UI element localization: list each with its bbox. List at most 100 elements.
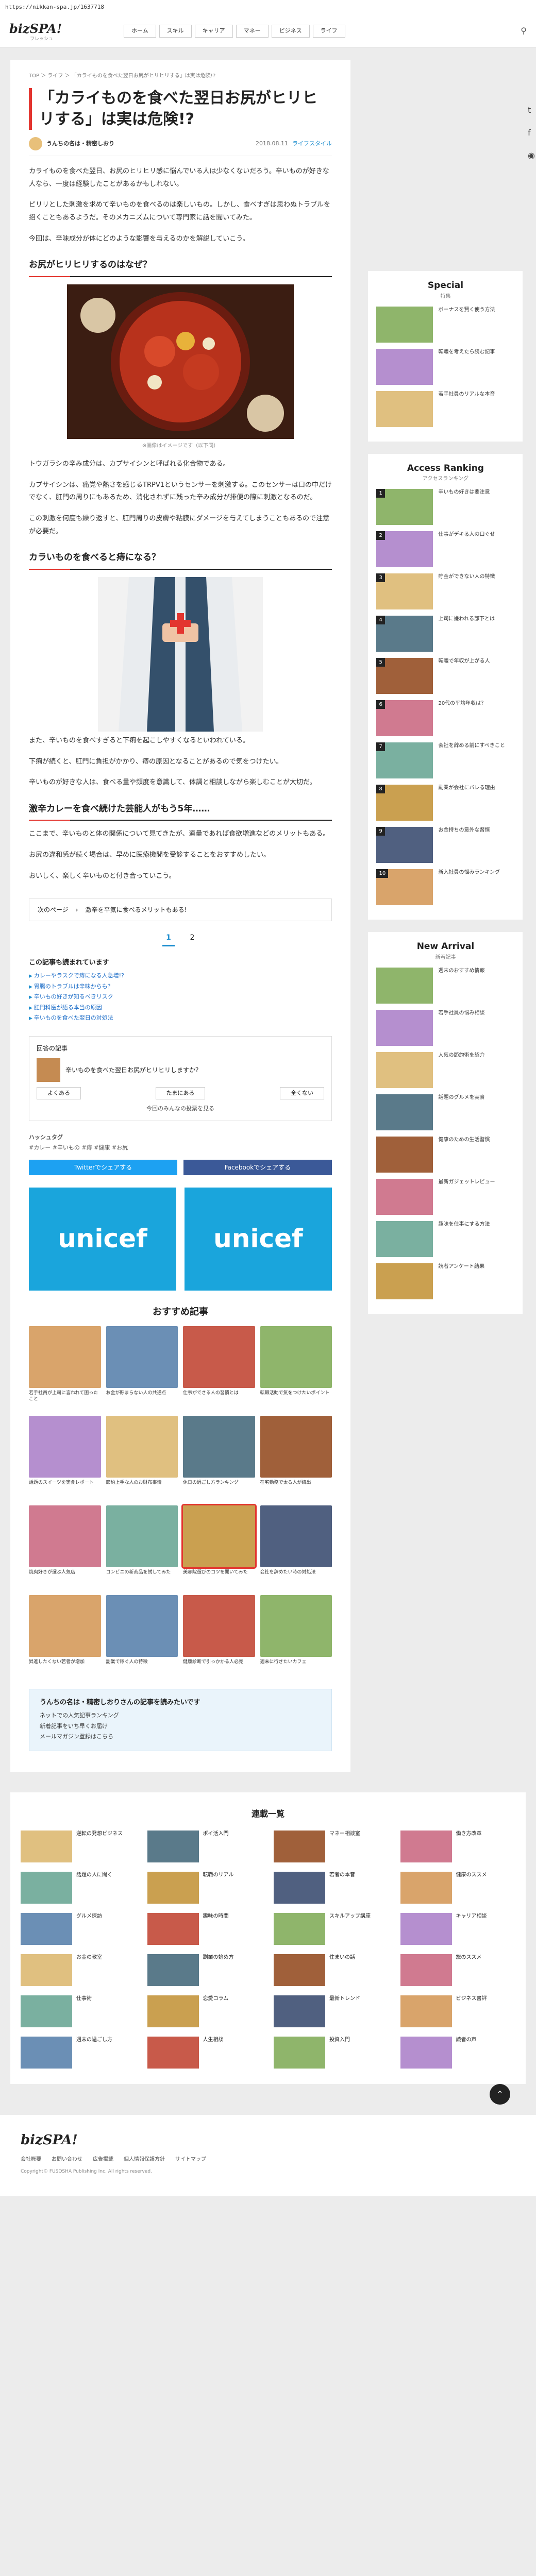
recommend-card[interactable]: 焼肉好きが選ぶ人気店 (29, 1505, 101, 1590)
sidebar-article[interactable]: 週末のおすすめ情報 (376, 967, 514, 1004)
series-item[interactable]: 読者の声 (400, 2036, 516, 2069)
sidebar-article[interactable]: 8 副業が会社にバレる理由 (376, 785, 514, 821)
related-link[interactable]: カレーやラスクで痔になる人急増!? (29, 971, 332, 981)
sidebar-article[interactable]: 人気の節約術を紹介 (376, 1052, 514, 1088)
page-link[interactable]: 2 (186, 933, 198, 946)
footer-link[interactable]: サイトマップ (175, 2156, 206, 2163)
sidebar-article[interactable]: 5 転職で年収が上がる人 (376, 658, 514, 694)
series-item[interactable]: 副業の始め方 (147, 1954, 263, 1986)
nav-item[interactable]: ビジネス (271, 25, 310, 38)
recommend-card[interactable]: 仕事ができる人の習慣とは (183, 1326, 255, 1411)
facebook-share-button[interactable]: Facebookでシェアする (183, 1159, 332, 1175)
author-avatar[interactable] (29, 137, 42, 150)
series-item[interactable]: 逆転の発想ビジネス (21, 1830, 136, 1862)
nav-item[interactable]: マネー (236, 25, 269, 38)
series-item[interactable]: 転職のリアル (147, 1871, 263, 1904)
sidebar-article[interactable]: 2 仕事がデキる人の口ぐせ (376, 531, 514, 567)
vote-option[interactable]: 全くない (279, 1087, 324, 1099)
series-item[interactable]: 最新トレンド (274, 1995, 389, 2027)
recommend-card[interactable]: 話題のスイーツを実食レポート (29, 1415, 101, 1500)
recommend-card[interactable]: 昇進したくない若者が増加 (29, 1595, 101, 1680)
vote-option[interactable]: よくある (37, 1087, 81, 1099)
related-link[interactable]: 辛いもの好きが知るべきリスク (29, 992, 332, 1003)
series-item[interactable]: 人生相談 (147, 2036, 263, 2069)
sidebar-article[interactable]: 若手社員のリアルな本音 (376, 391, 514, 427)
nav-item[interactable]: ホーム (124, 25, 156, 38)
series-item[interactable]: 旅のススメ (400, 1954, 516, 1986)
facebook-icon[interactable]: f (528, 127, 535, 139)
nav-item[interactable]: ライフ (312, 25, 345, 38)
site-logo[interactable]: bizSPA! フレッシュ (9, 20, 62, 43)
twitter-share-button[interactable]: Twitterでシェアする (29, 1159, 177, 1175)
sidebar-article[interactable]: 10 新入社員の悩みランキング (376, 869, 514, 905)
sidebar-article[interactable]: 1 辛いもの好きは要注意 (376, 489, 514, 525)
back-to-top-button[interactable]: ⌃ (490, 2083, 510, 2105)
recommend-card[interactable]: 休日の過ごし方ランキング (183, 1415, 255, 1500)
footer-link[interactable]: 広告掲載 (93, 2156, 113, 2163)
series-item[interactable]: 投資入門 (274, 2036, 389, 2069)
sidebar-article[interactable]: 6 20代の平均年収は？ (376, 700, 514, 736)
recommend-card[interactable]: お金が貯まらない人の共通点 (106, 1326, 178, 1411)
related-link[interactable]: 胃腸のトラブルは辛味からも？ (29, 981, 332, 992)
recommend-card[interactable]: 節約上手な人のお財布事情 (106, 1415, 178, 1500)
ad-banner[interactable]: unicef (185, 1187, 332, 1291)
footer-link[interactable]: 個人情報保護方針 (124, 2156, 165, 2163)
related-link[interactable]: 辛いものを食べた翌日の対処法 (29, 1013, 332, 1024)
series-item[interactable]: 週末の過ごし方 (21, 2036, 136, 2069)
url-bar[interactable]: https://nikkan-spa.jp/1637718 (0, 0, 536, 14)
sidebar-article[interactable]: 7 会社を辞める前にすべきこと (376, 742, 514, 778)
series-item[interactable]: 仕事術 (21, 1995, 136, 2027)
vote-result-link[interactable]: 今回のみんなの投票を見る (37, 1105, 324, 1113)
series-item[interactable]: 住まいの話 (274, 1954, 389, 1986)
sidebar-article[interactable]: 読者アンケート結果 (376, 1263, 514, 1299)
ad-banner[interactable]: unicef (29, 1187, 176, 1291)
series-item[interactable]: お金の教室 (21, 1954, 136, 1986)
sidebar-article[interactable]: 趣味を仕事にする方法 (376, 1221, 514, 1257)
sidebar-article[interactable]: 若手社員の悩み相談 (376, 1009, 514, 1046)
footer-link[interactable]: お問い合わせ (52, 2156, 82, 2163)
sidebar-article[interactable]: 3 貯金ができない人の特徴 (376, 573, 514, 609)
next-page-link[interactable]: 次のページ › 激辛を平気に食べるメリットもある! (29, 898, 332, 921)
author-name[interactable]: うんちの名は・精密しおり (46, 140, 114, 148)
recommend-card[interactable]: 美容院選びのコツを聞いてみた (181, 1503, 257, 1590)
sidebar-article[interactable]: 9 お金持ちの意外な習慣 (376, 827, 514, 863)
vote-option[interactable]: たまにある (155, 1087, 206, 1099)
series-item[interactable]: ビジネス書評 (400, 1995, 516, 2027)
series-item[interactable]: 話題の人に聞く (21, 1871, 136, 1904)
series-item[interactable]: グルメ探訪 (21, 1912, 136, 1945)
recommend-card[interactable]: 会社を辞めたい時の対処法 (260, 1505, 332, 1590)
related-link[interactable]: 肛門科医が語る本当の原因 (29, 1003, 332, 1013)
footer-logo[interactable]: bizSPA! (21, 2130, 515, 2150)
tag-links[interactable]: #カレー #辛いもの #痔 #健康 #お尻 (29, 1144, 128, 1151)
page-link[interactable]: 1 (162, 933, 175, 946)
series-item[interactable]: キャリア相談 (400, 1912, 516, 1945)
series-item[interactable]: スキルアップ講座 (274, 1912, 389, 1945)
recommend-card[interactable]: 若手社員が上司に言われて困ったこと (29, 1326, 101, 1411)
series-item[interactable]: ポイ活入門 (147, 1830, 263, 1862)
recommend-card[interactable]: 在宅勤務で太る人が続出 (260, 1415, 332, 1500)
sidebar-article[interactable]: 転職を考えたら読む記事 (376, 348, 514, 385)
sidebar-article[interactable]: 話題のグルメを実食 (376, 1094, 514, 1130)
series-item[interactable]: マネー相談室 (274, 1830, 389, 1862)
sidebar-article[interactable]: ボーナスを賢く使う方法 (376, 306, 514, 343)
search-icon[interactable]: ⚲ (521, 25, 527, 37)
article-category[interactable]: ライフスタイル (292, 140, 332, 148)
series-item[interactable]: 働き方改革 (400, 1830, 516, 1862)
recommend-card[interactable]: 健康診断で引っかかる人必見 (183, 1595, 255, 1680)
nav-item[interactable]: キャリア (194, 25, 233, 38)
series-item[interactable]: 趣味の時間 (147, 1912, 263, 1945)
recommend-card[interactable]: 副業で稼ぐ人の特徴 (106, 1595, 178, 1680)
nav-item[interactable]: スキル (159, 25, 192, 38)
breadcrumb[interactable]: TOP ＞ ライフ ＞ 「カライものを食べた翌日お尻がヒリヒリする」は実は危険!… (29, 72, 332, 80)
series-item[interactable]: 若者の本音 (274, 1871, 389, 1904)
newsletter-item[interactable]: メールマガジン登録はこちら (40, 1732, 321, 1742)
newsletter-item[interactable]: ネットでの人気記事ランキング (40, 1710, 321, 1721)
recommend-card[interactable]: 転職活動で気をつけたいポイント (260, 1326, 332, 1411)
recommend-card[interactable]: コンビニの新商品を試してみた (106, 1505, 178, 1590)
sidebar-article[interactable]: 最新ガジェットレビュー (376, 1178, 514, 1215)
instagram-icon[interactable]: ◉ (528, 149, 535, 162)
series-item[interactable]: 恋愛コラム (147, 1995, 263, 2027)
series-item[interactable]: 健康のススメ (400, 1871, 516, 1904)
footer-link[interactable]: 会社概要 (21, 2156, 41, 2163)
recommend-card[interactable]: 週末に行きたいカフェ (260, 1595, 332, 1680)
